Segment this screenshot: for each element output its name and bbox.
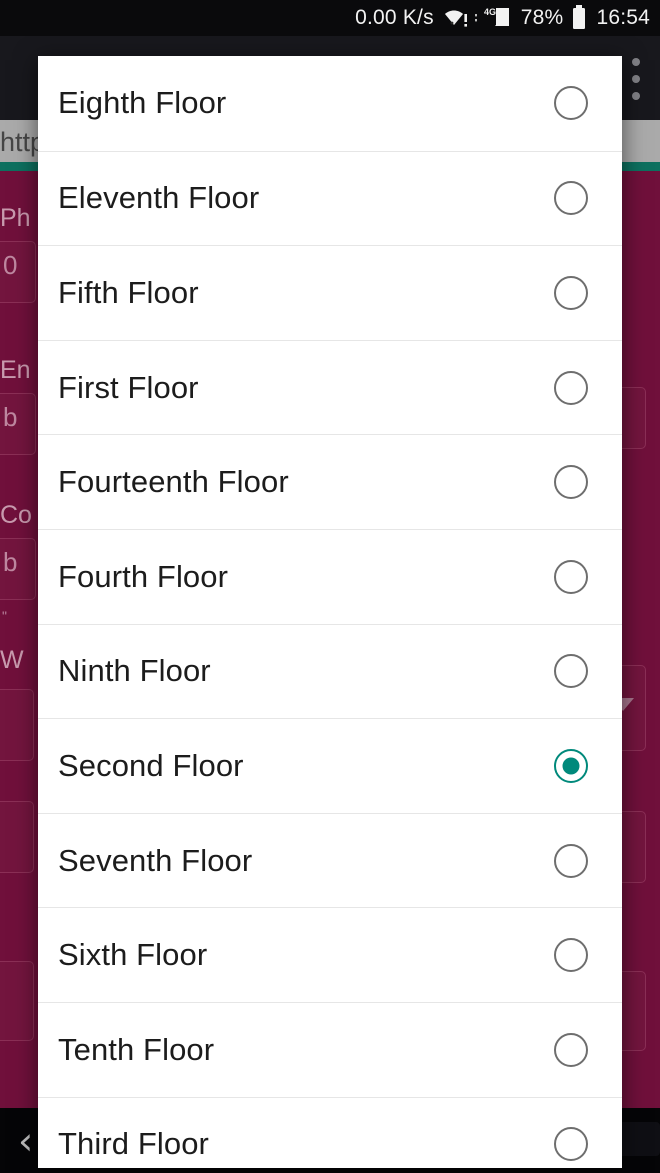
option-label: Fourteenth Floor [58, 464, 289, 500]
option-label: Fourth Floor [58, 558, 229, 594]
option-label: Second Floor [58, 747, 244, 783]
list-item[interactable]: Fifth Floor [38, 245, 622, 340]
list-item[interactable]: Sixth Floor [38, 907, 622, 1002]
radio-button[interactable] [554, 843, 588, 878]
battery-percent-text: 78% [520, 6, 564, 29]
form-field-which-c[interactable] [0, 961, 34, 1041]
list-item[interactable]: Fourteenth Floor [38, 434, 622, 529]
clock-text: 16:54 [596, 6, 650, 29]
radio-option-list: Eighth Floor Eleventh Floor Fifth Floor Fir… [38, 56, 622, 1168]
option-label: Eighth Floor [58, 85, 227, 121]
form-field-confirm-value: b [3, 547, 18, 577]
radio-button[interactable] [554, 1032, 588, 1067]
form-field-which-b[interactable] [0, 801, 34, 873]
list-item[interactable]: First Floor [38, 339, 622, 435]
form-field-email-value: b [3, 402, 18, 432]
list-item[interactable]: Eighth Floor [38, 56, 622, 151]
form-field-which-a[interactable] [0, 689, 34, 761]
radio-button-selected[interactable] [554, 748, 588, 783]
list-item[interactable]: Third Floor [38, 1096, 622, 1168]
form-field-email[interactable]: b [0, 393, 36, 455]
radio-button[interactable] [554, 465, 588, 500]
option-label: Tenth Floor [58, 1031, 215, 1067]
phone-screen: S http Ph 0 En b Co b " W ‹ [0, 0, 660, 1173]
form-field-confirm[interactable]: b [0, 538, 36, 600]
list-item[interactable]: Ninth Floor [38, 623, 622, 719]
floor-selection-dialog: Eighth Floor Eleventh Floor Fifth Floor Fir… [38, 56, 622, 1168]
form-field-phone[interactable]: 0 [0, 241, 36, 303]
svg-text:4G: 4G [484, 7, 496, 17]
option-label: Sixth Floor [58, 937, 208, 973]
back-chevron-icon[interactable]: ‹ [18, 1122, 33, 1160]
list-item[interactable]: Seventh Floor [38, 812, 622, 908]
option-label: Ninth Floor [58, 653, 211, 689]
radio-button[interactable] [554, 654, 588, 689]
list-item[interactable]: Fourth Floor [38, 528, 622, 624]
form-label-confirm: Co [0, 501, 32, 529]
form-label-email: En [0, 356, 31, 384]
form-label-which: W [0, 646, 24, 674]
form-field-phone-value: 0 [3, 250, 18, 280]
radio-button[interactable] [554, 86, 588, 121]
option-label: First Floor [58, 369, 199, 405]
form-label-phone: Ph [0, 204, 31, 232]
option-label: Third Floor [58, 1126, 209, 1162]
form-quote-mark: " [2, 608, 7, 624]
cellular-signal-icon: 4G [474, 6, 514, 30]
option-label: Seventh Floor [58, 842, 253, 878]
radio-button[interactable] [554, 938, 588, 973]
wifi-warning-icon [443, 7, 469, 29]
list-item[interactable]: Tenth Floor [38, 1001, 622, 1097]
option-label: Eleventh Floor [58, 180, 260, 216]
radio-button[interactable] [554, 181, 588, 216]
radio-button[interactable] [554, 559, 588, 594]
list-item[interactable]: Eleventh Floor [38, 150, 622, 246]
battery-icon [571, 5, 587, 31]
network-speed-text: 0.00 K/s [355, 6, 434, 29]
radio-button[interactable] [554, 275, 588, 310]
status-bar: 0.00 K/s 4G 78% 16:54 [0, 0, 660, 36]
radio-button[interactable] [554, 370, 588, 405]
radio-button[interactable] [554, 1127, 588, 1162]
option-label: Fifth Floor [58, 274, 199, 310]
overflow-menu-icon[interactable] [632, 58, 640, 100]
list-item[interactable]: Second Floor [38, 718, 622, 813]
